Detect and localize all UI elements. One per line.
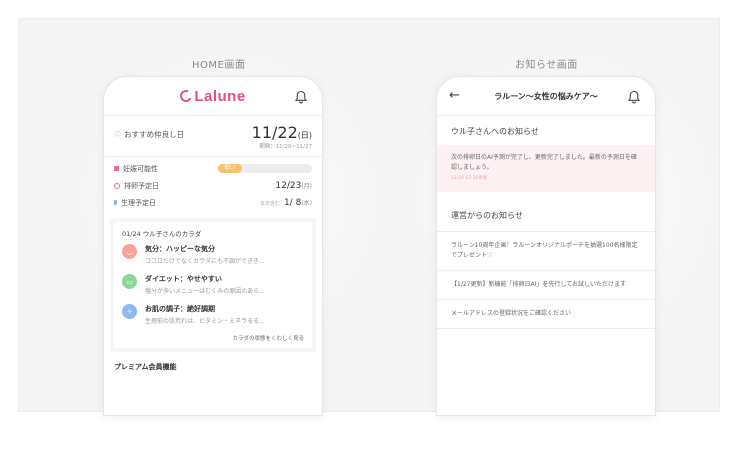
ops-notice-item[interactable]: 【1/27更新】新機能「排卵日AI」を先行してお試しいただけます [437,271,655,300]
condition-item-skin[interactable]: ✧ お肌の調子：絶好調期生理前の肌荒れは、ビタミン・ミネラるる... [122,304,304,325]
smile-icon: ◡ [122,244,137,259]
body-detail-link[interactable]: カラダの状態をくわしく見る [122,334,304,344]
ovulation-icon [114,182,120,189]
home-app-bar: Lalune [104,77,322,116]
home-section-title: HOME画面 [192,60,246,71]
pregnancy-bar: 低い [218,164,312,173]
ovulation-date: 12/23 [275,180,302,191]
recommended-day-row[interactable]: ♡ おすすめ仲良し日 11/22(日) 期間：11/20~11/27 [104,116,322,157]
period-prefix: 本日含む [259,200,280,207]
bell-icon[interactable] [627,89,641,104]
period-row[interactable]: 生理予定日 本日含む 1/ 8(水) [104,194,322,211]
notice-time: 11/26 17:30更新 [451,176,488,181]
recommended-date: 11/22 [251,123,298,142]
condition-desc: ココロだけでなくカラダにも不調ができき... [145,258,265,265]
period-dow: (水) [301,199,312,207]
personal-notice-header: ウル子さんへのお知らせ [451,127,539,136]
notice-app-title: ラルーン〜女性の悩みケア〜 [494,91,598,101]
scale-icon: ▭ [122,274,137,289]
ovulation-label: 排卵予定日 [124,181,159,190]
condition-desc: 塩分が多いメニューはむくみの原因のあら... [145,288,265,295]
pregnancy-row[interactable]: 妊娠可能性 低い [104,160,322,177]
notice-phone: ← ラルーン〜女性の悩みケア〜 ウル子さんへのお知らせ 次の排卵日のAI予測が完… [436,76,656,416]
period-icon [114,200,117,205]
recommended-label: おすすめ仲良し日 [124,130,185,139]
condition-title: お肌の調子：絶好調期 [145,305,215,313]
condition-title: 気分：ハッピーな気分 [145,245,215,253]
condition-item-mood[interactable]: ◡ 気分：ハッピーな気分ココロだけでなくカラダにも不調ができき... [122,244,304,265]
app-logo: Lalune [178,87,246,105]
pregnancy-level-fill: 低い [218,164,242,173]
body-card-header: 01/24 ウル子さんのカラダ [122,230,202,238]
period-label: 生理予定日 [121,198,156,207]
premium-section-title: プレミアム会員機能 [114,363,177,371]
recommended-period: 期間：11/20~11/27 [259,144,312,150]
logo-text: Lalune [194,87,246,105]
ovulation-row[interactable]: 排卵予定日 12/23(月) [104,177,322,194]
triangle-icon [114,166,119,171]
ops-notice-header: 運営からのお知らせ [437,192,655,232]
ovulation-dow: (月) [301,182,312,190]
recommended-dow: (日) [297,131,312,140]
moon-icon [178,88,195,104]
condition-item-diet[interactable]: ▭ ダイエット：やせやすい塩分が多いメニューはむくみの原因のあら... [122,274,304,295]
notice-app-bar: ← ラルーン〜女性の悩みケア〜 [437,77,655,116]
pregnancy-label: 妊娠可能性 [123,164,158,173]
sparkle-icon: ✧ [122,304,137,319]
period-date: 1/ 8 [283,197,302,208]
body-condition-card: 01/24 ウル子さんのカラダ ◡ 気分：ハッピーな気分ココロだけでなくカラダに… [110,218,316,352]
heart-icon: ♡ [114,130,122,139]
bell-icon[interactable] [294,89,308,104]
ops-notice-item[interactable]: ラルーン10周年企画！ラルーンオリジナルポーチを抽選100名様限定でプレゼント♡ [437,232,655,271]
condition-desc: 生理前の肌荒れは、ビタミン・ミネラるる... [145,318,265,325]
condition-title: ダイエット：やせやすい [145,275,222,283]
ops-notice-item[interactable]: メールアドレスの登録状況をご確認ください [437,300,655,329]
personal-notice-item[interactable]: 次の排卵日のAI予測が完了し、更新完了しました。最新の予測日を確認しましょう。 … [437,145,655,192]
notice-text: 次の排卵日のAI予測が完了し、更新完了しました。最新の予測日を確認しましょう。 [451,154,637,171]
notice-section-title: お知らせ画面 [515,60,578,71]
home-phone: Lalune ♡ おすすめ仲良し日 11/22(日) 期間：11/20~11/2… [103,76,323,416]
